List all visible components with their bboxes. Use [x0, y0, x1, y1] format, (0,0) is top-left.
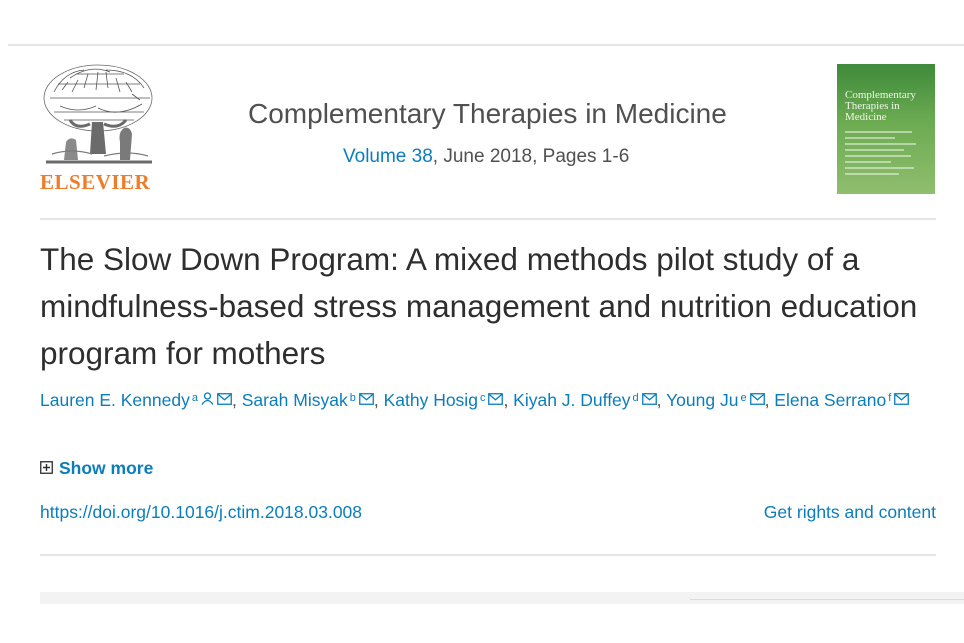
page-content-bar — [40, 592, 964, 604]
person-icon[interactable] — [201, 385, 214, 414]
affiliation-superscript[interactable]: a — [192, 392, 198, 404]
author-entry: Elena Serrano f — [774, 390, 910, 410]
affiliation-superscript[interactable]: e — [740, 392, 746, 404]
mail-icon[interactable] — [217, 385, 232, 414]
author-name-link[interactable]: Kathy Hosig — [384, 390, 478, 410]
author-list: Lauren E. Kennedy a, Sarah Misyak b, Kathy… — [40, 386, 940, 416]
author-name-link[interactable]: Young Ju — [666, 390, 738, 410]
author-entry: Young Ju e, — [666, 390, 774, 410]
author-name-link[interactable]: Elena Serrano — [774, 390, 886, 410]
affiliation-superscript[interactable]: c — [480, 392, 486, 404]
header-divider — [40, 218, 936, 220]
author-separator: , — [656, 390, 667, 410]
cover-title: Complementary Therapies in Medicine — [845, 89, 916, 123]
get-rights-link[interactable]: Get rights and content — [764, 502, 936, 523]
volume-link[interactable]: Volume 38 — [343, 146, 433, 167]
author-separator: , — [231, 390, 242, 410]
affiliation-superscript[interactable]: d — [633, 392, 639, 404]
mail-icon[interactable] — [488, 385, 504, 414]
show-more-button[interactable]: Show more — [40, 458, 153, 479]
journal-issue-info: Volume 38, June 2018, Pages 1-6 — [343, 146, 629, 168]
affiliation-superscript[interactable]: f — [888, 392, 891, 404]
author-entry: Kathy Hosig c, — [384, 390, 514, 410]
author-name-link[interactable]: Kiyah J. Duffey — [513, 390, 630, 410]
mail-icon[interactable] — [358, 385, 374, 414]
journal-cover-image[interactable]: Complementary Therapies in Medicine — [837, 64, 935, 194]
elsevier-wordmark: ELSEVIER — [40, 170, 151, 194]
author-name-link[interactable]: Lauren E. Kennedy — [40, 390, 190, 410]
author-separator: , — [764, 390, 775, 410]
affiliation-superscript[interactable]: b — [350, 392, 356, 404]
author-entry: Kiyah J. Duffey d, — [513, 390, 666, 410]
cover-decoration — [845, 131, 929, 175]
section-divider — [40, 554, 936, 556]
mail-icon[interactable] — [641, 385, 657, 414]
plus-box-icon — [40, 460, 53, 474]
author-separator: , — [503, 390, 514, 410]
doi-link[interactable]: https://doi.org/10.1016/j.ctim.2018.03.0… — [40, 502, 362, 523]
journal-header: ELSEVIER Complementary Therapies in Medi… — [40, 62, 936, 198]
journal-title-link[interactable]: Complementary Therapies in Medicine — [248, 98, 727, 130]
show-more-label: Show more — [59, 458, 154, 478]
author-name-link[interactable]: Sarah Misyak — [242, 390, 348, 410]
elsevier-logo[interactable]: ELSEVIER — [40, 62, 160, 194]
top-divider — [8, 44, 964, 46]
article-title: The Slow Down Program: A mixed methods p… — [40, 241, 918, 371]
mail-icon[interactable] — [894, 385, 910, 414]
author-entry: Lauren E. Kennedy a, — [40, 390, 242, 410]
mail-icon[interactable] — [749, 385, 765, 414]
issue-date-pages: , June 2018, Pages 1-6 — [432, 146, 630, 167]
author-separator: , — [373, 390, 384, 410]
author-entry: Sarah Misyak b, — [242, 390, 384, 410]
elsevier-tree-icon — [43, 64, 153, 164]
bar-edge — [690, 599, 964, 600]
